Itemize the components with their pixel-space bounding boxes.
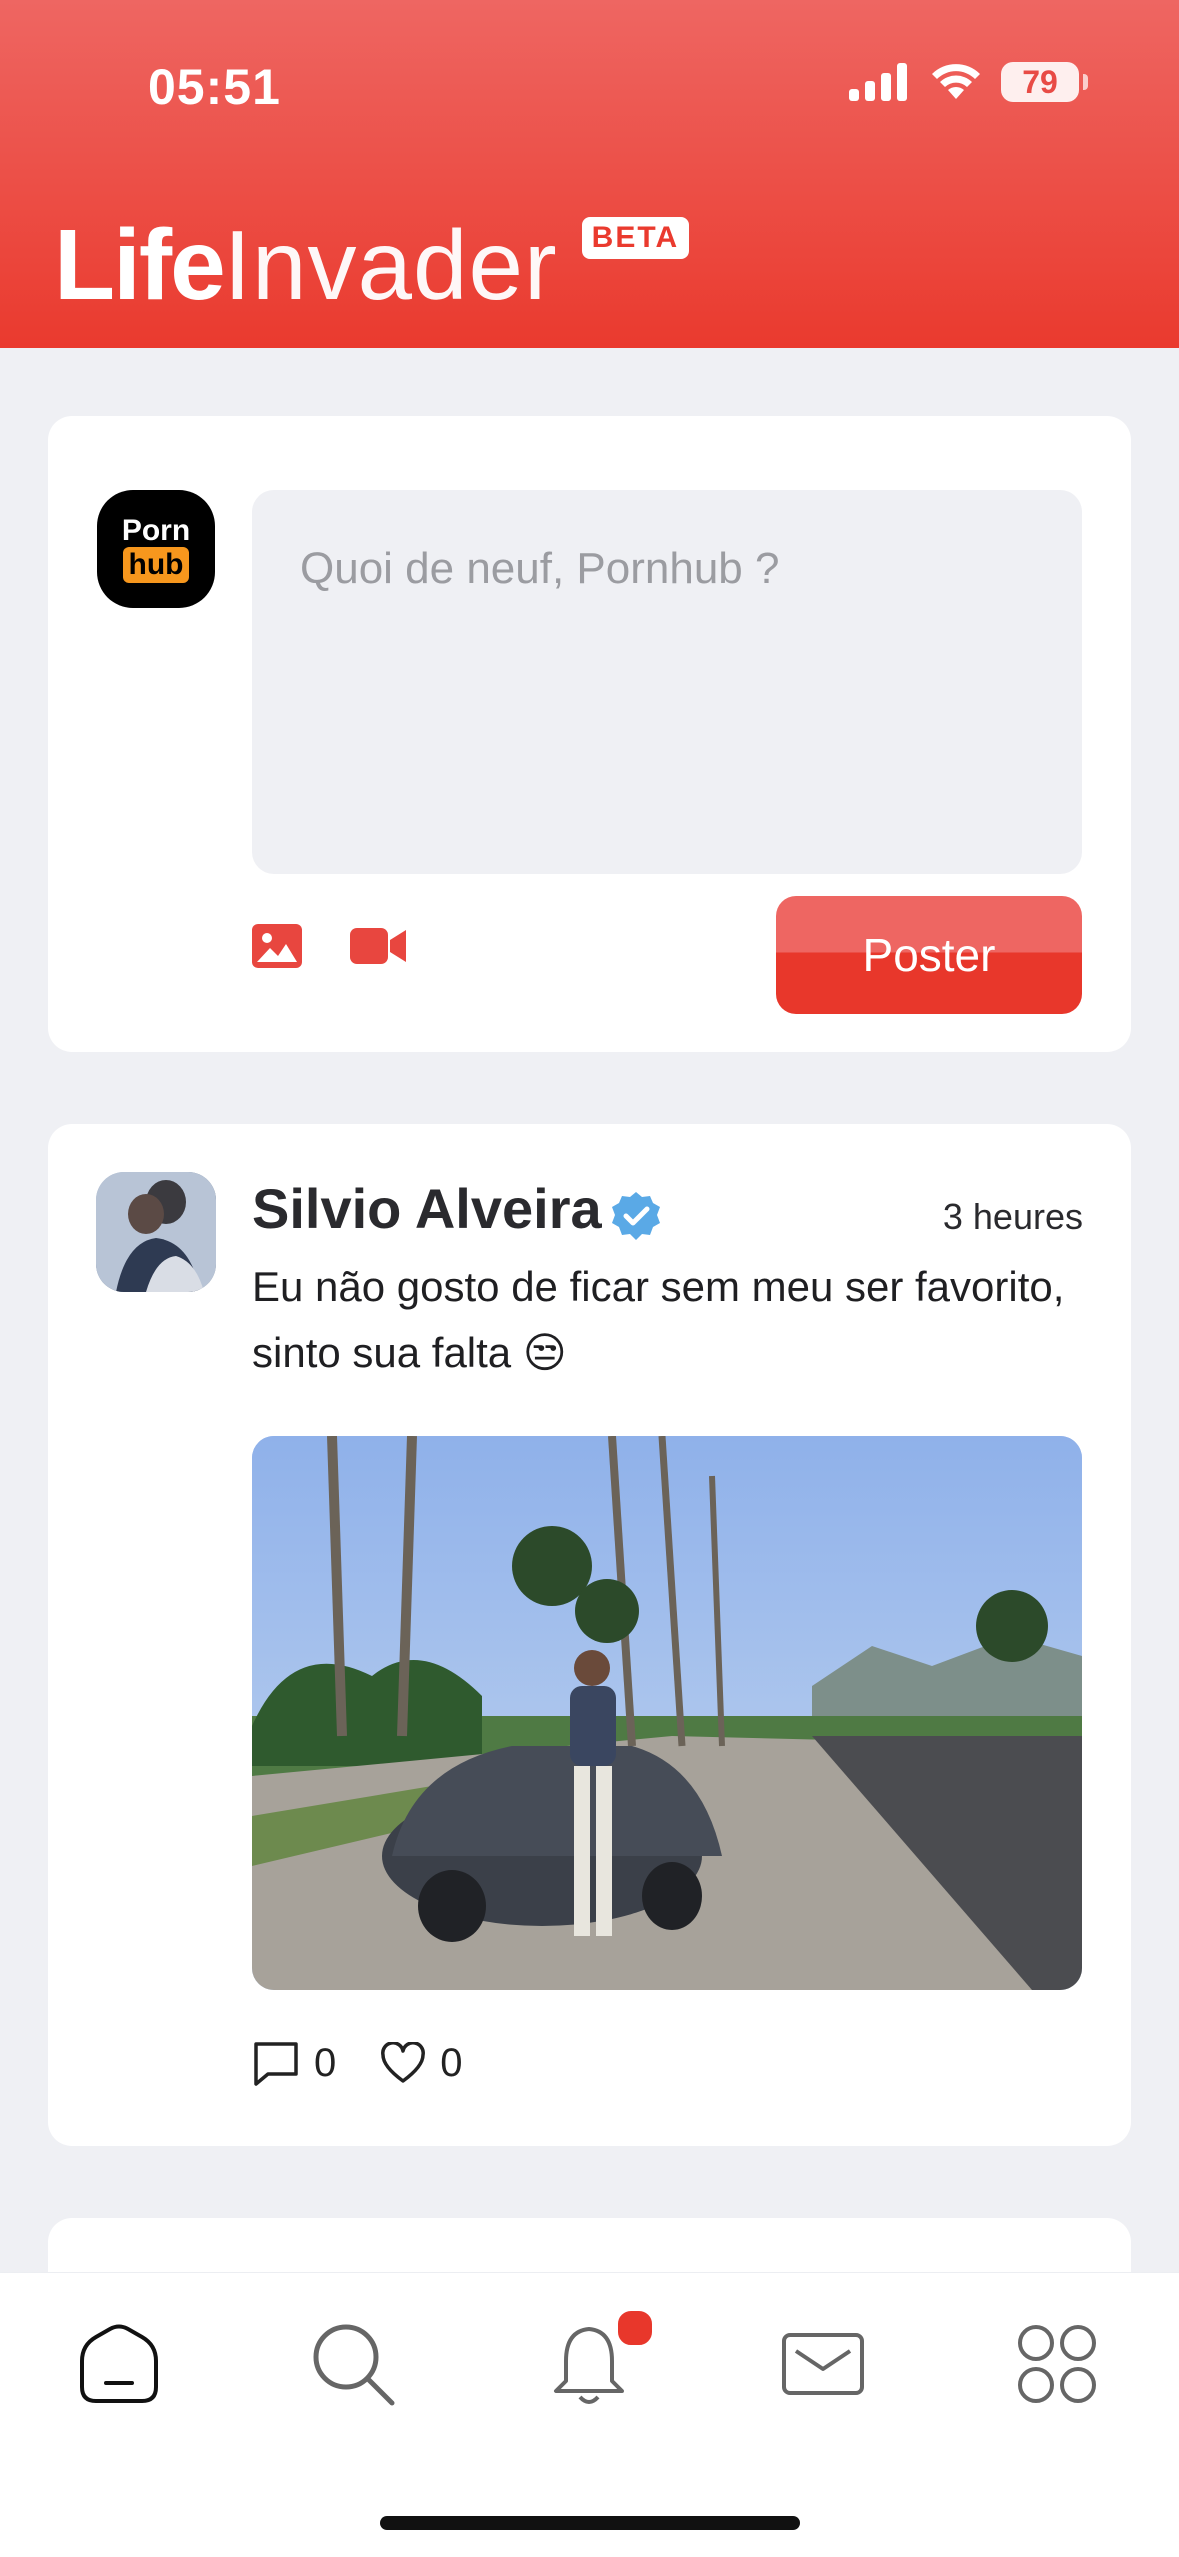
comment-button[interactable]: 0 — [252, 2040, 336, 2086]
compose-input[interactable]: Quoi de neuf, Pornhub ? — [252, 490, 1082, 874]
battery-indicator: 79 — [1001, 62, 1088, 102]
post-photo — [252, 1436, 1082, 1990]
post-author[interactable]: Silvio Alveira — [252, 1176, 602, 1241]
status-time: 05:51 — [148, 59, 281, 115]
compose-placeholder: Quoi de neuf, Pornhub ? — [300, 544, 780, 593]
comment-count: 0 — [314, 2040, 337, 2085]
status-indicators: 79 — [849, 62, 1088, 102]
comment-icon — [254, 2042, 298, 2086]
apps-icon — [1018, 2325, 1096, 2403]
feed-post: Silvio Alveira 3 heures Eu não gosto de … — [48, 1124, 1131, 2146]
post-image[interactable] — [252, 1436, 1082, 1990]
notification-dot — [614, 2307, 656, 2349]
brand-invader: Invader — [223, 210, 558, 320]
mail-icon — [782, 2333, 864, 2395]
app-header: 05:51 79 Life Invader BETA — [0, 0, 1179, 348]
avatar-photo — [96, 1172, 216, 1292]
post-text: Eu não gosto de ficar sem meu ser favori… — [252, 1263, 1065, 1376]
tab-home[interactable] — [76, 2321, 162, 2410]
wifi-icon — [932, 64, 980, 99]
post-composer: Porn hub Quoi de neuf, Pornhub ? Poster — [48, 416, 1131, 1052]
avatar-text-bottom: hub — [122, 547, 190, 583]
verified-badge-icon — [612, 1192, 660, 1240]
home-icon — [80, 2324, 158, 2403]
post-time: 3 heures — [942, 1196, 1083, 1237]
tab-more[interactable] — [1014, 2321, 1100, 2412]
image-icon[interactable] — [252, 924, 302, 968]
signal-icon — [849, 63, 907, 101]
like-button[interactable]: 0 — [380, 2040, 463, 2086]
home-indicator — [380, 2516, 800, 2530]
tab-search[interactable] — [310, 2321, 396, 2412]
avatar: Porn hub — [97, 490, 215, 608]
tab-notifications[interactable] — [546, 2307, 656, 2414]
brand-life: Life — [54, 209, 226, 321]
video-icon[interactable] — [350, 926, 406, 966]
app-logo: Life Invader BETA — [54, 208, 690, 323]
avatar-text-top: Porn — [121, 514, 191, 547]
search-icon — [313, 2324, 395, 2406]
post-actions: 0 0 — [252, 2040, 463, 2086]
post-button[interactable]: Poster — [776, 896, 1082, 1014]
tab-messages[interactable] — [780, 2321, 866, 2412]
heart-icon — [381, 2042, 426, 2083]
avatar[interactable] — [96, 1172, 216, 1292]
tab-bar — [0, 2272, 1179, 2557]
media-buttons — [252, 924, 406, 968]
beta-badge: BETA — [581, 217, 690, 259]
like-count: 0 — [440, 2040, 463, 2085]
